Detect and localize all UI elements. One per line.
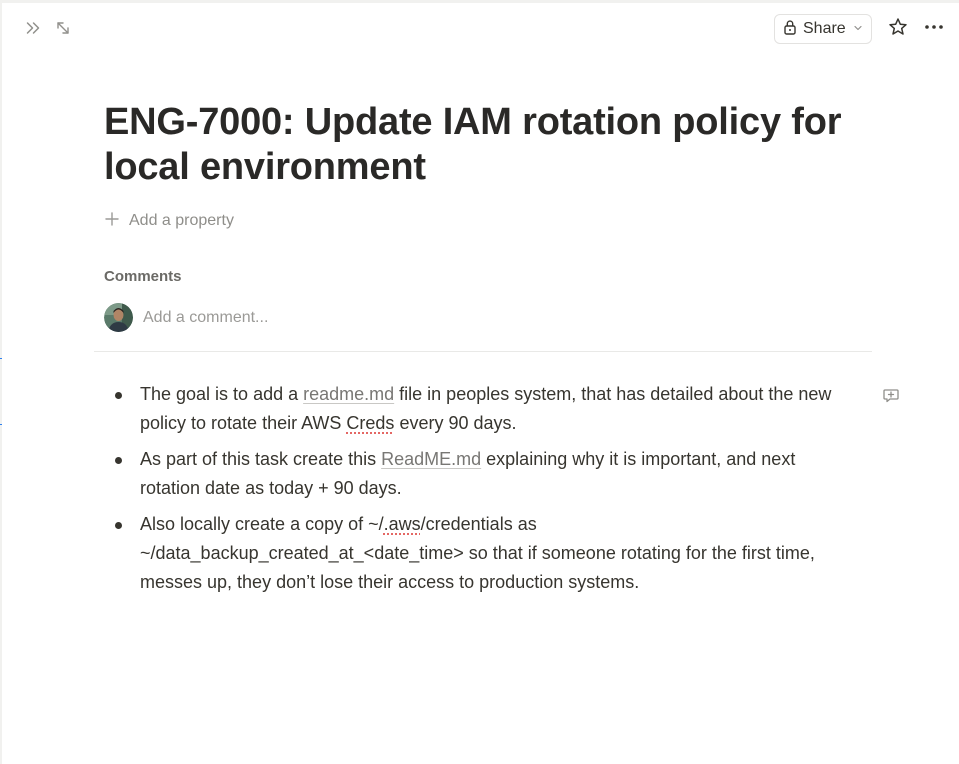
double-chevron-right-icon <box>25 20 41 41</box>
comments-heading: Comments <box>104 268 182 285</box>
misspelled-word: Creds <box>346 413 395 433</box>
list-item[interactable]: As part of this task create this ReadME.… <box>112 445 857 503</box>
share-label: Share <box>803 20 846 37</box>
bullet-dot <box>115 457 122 464</box>
add-property-label: Add a property <box>129 212 234 229</box>
add-property-button[interactable]: Add a property <box>104 208 234 234</box>
more-horizontal-icon <box>924 17 944 42</box>
left-edge <box>0 0 2 764</box>
more-options-button[interactable] <box>922 17 946 41</box>
bullet-text: Also locally create a copy of ~/ <box>140 514 384 534</box>
add-inline-comment-button[interactable] <box>882 387 900 405</box>
expand-page-button[interactable] <box>51 18 75 42</box>
chevron-down-icon <box>853 20 863 38</box>
left-edge-mark <box>0 424 2 425</box>
comment-input[interactable]: Add a comment... <box>143 306 843 330</box>
avatar <box>104 303 133 332</box>
list-item[interactable]: The goal is to add a readme.md file in p… <box>112 380 857 438</box>
diagonal-arrows-icon <box>55 20 71 41</box>
page-frame: Share ENG-7000: Update IAM rotation poli… <box>0 0 959 764</box>
favorite-button[interactable] <box>886 17 910 41</box>
plus-icon <box>104 211 120 232</box>
sidebar-toggle-button[interactable] <box>21 18 45 42</box>
readme-link[interactable]: readme.md <box>303 384 394 404</box>
share-button[interactable]: Share <box>774 14 872 44</box>
misspelled-word: .aws <box>383 514 421 534</box>
bullet-text: As part of this task create this <box>140 449 382 469</box>
left-edge-mark <box>0 358 2 359</box>
star-icon <box>888 17 908 42</box>
list-item[interactable]: Also locally create a copy of ~/.aws/cre… <box>112 510 857 597</box>
page-title[interactable]: ENG-7000: Update IAM rotation policy for… <box>104 100 874 190</box>
bullet-list: The goal is to add a readme.md file in p… <box>112 380 857 604</box>
comment-icon <box>882 389 900 409</box>
bullet-text: The goal is to add a <box>140 384 304 404</box>
bullet-text: every 90 days. <box>394 413 517 433</box>
lock-icon <box>783 19 797 40</box>
readme-link[interactable]: ReadME.md <box>381 449 481 469</box>
comments-divider <box>94 351 872 352</box>
bullet-dot <box>115 522 122 529</box>
bullet-dot <box>115 392 122 399</box>
top-border <box>0 0 959 3</box>
